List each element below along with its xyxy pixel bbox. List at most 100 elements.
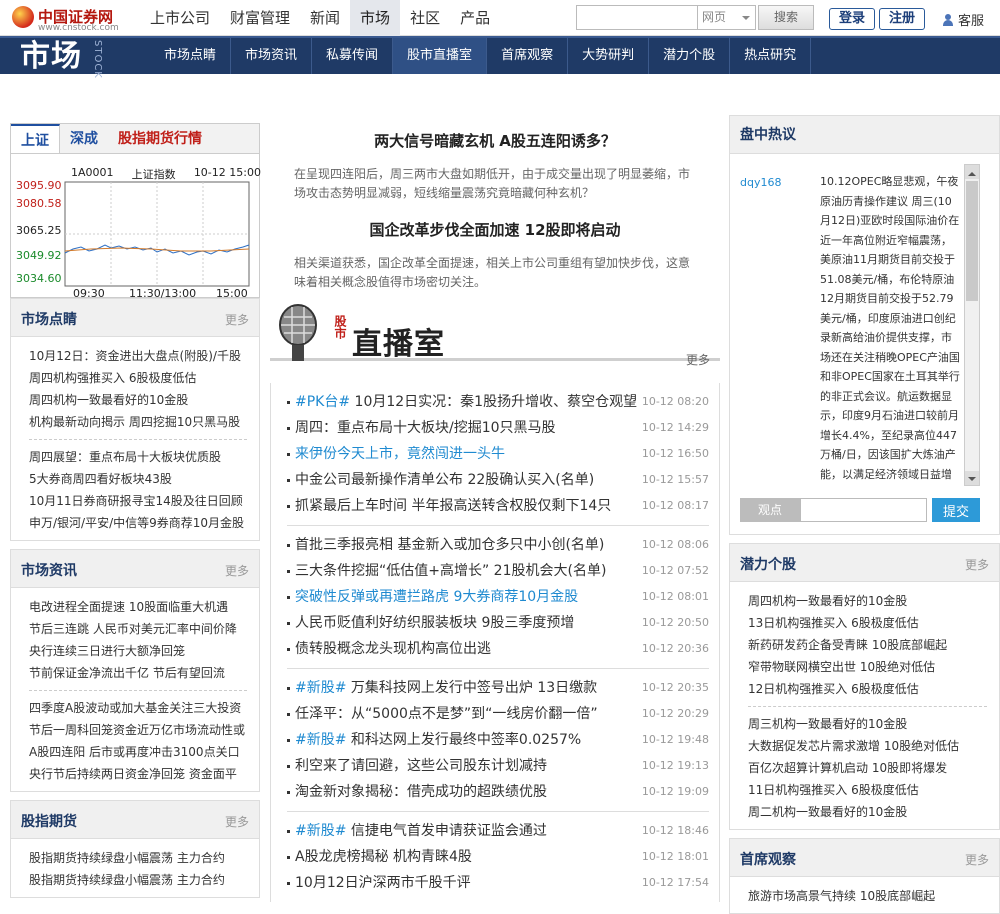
scroll-up-icon[interactable] [965, 165, 979, 179]
search-area: 网页 搜索 [576, 5, 814, 30]
market-news-section: 市场资讯 更多 电改进程全面提速 10股面临重大机遇 节后三连跳 人民币对美元汇率… [10, 549, 260, 792]
list-item[interactable]: 股指期货持续绿盘小幅震荡 主力合约 [29, 847, 259, 869]
list-item[interactable]: 央行连续三日进行大额净回笼 [29, 640, 259, 662]
subnav-item-chief[interactable]: 首席观察 [487, 38, 569, 74]
news-group: #新股# 万集科技网上发行中签号出炉 13日缴款 10-12 20:35 任泽平：… [287, 669, 709, 812]
nav-listed-companies[interactable]: 上市公司 [140, 0, 220, 36]
subnav-item-hot[interactable]: 热点研究 [730, 38, 812, 74]
potential-more[interactable]: 更多 [965, 556, 989, 573]
list-item[interactable]: 10月12日：资金进出大盘点(附股)/千股 [29, 345, 259, 367]
news-row[interactable]: 人民币贬值利好纺织服装板块 9股三季度预增 10-12 20:50 [287, 610, 709, 636]
subnav-item-potential[interactable]: 潜力个股 [649, 38, 731, 74]
news-row[interactable]: #新股# 万集科技网上发行中签号出炉 13日缴款 10-12 20:35 [287, 675, 709, 701]
tab-futures[interactable]: 股指期货行情 [108, 124, 212, 153]
live-room-more[interactable]: 更多 [686, 351, 710, 368]
list-item[interactable]: 百亿次超算计算机启动 10股即将爆发 [748, 757, 999, 779]
list-item[interactable]: 周四机构强推买入 6股极度低估 [29, 367, 259, 389]
list-item[interactable]: 大数据促发芯片需求激增 10股绝对低估 [748, 735, 999, 757]
scroll-down-icon[interactable] [965, 471, 979, 485]
list-item[interactable]: 机构最新动向揭示 周四挖掘10只黑马股 [29, 411, 259, 433]
nav-community[interactable]: 社区 [400, 0, 450, 36]
news-row[interactable]: 三大条件挖掘“低估值+高增长” 21股机会大(名单) 10-12 07:52 [287, 558, 709, 584]
list-item[interactable]: 周四机构一致最看好的10金股 [748, 590, 999, 612]
futures-more[interactable]: 更多 [225, 813, 249, 830]
microphone-icon [279, 304, 317, 361]
tab-shenzhen[interactable]: 深成 [60, 124, 108, 153]
search-scope-select[interactable]: 网页 [698, 5, 756, 30]
market-news-title: 市场资讯 [21, 563, 77, 579]
list-item[interactable]: 10月11日券商研报寻宝14股及往日回顾 [29, 490, 259, 512]
subnav-item-news[interactable]: 市场资讯 [231, 38, 313, 74]
news-row[interactable]: #新股# 和科达网上发行最终中签率0.0257% 10-12 19:48 [287, 727, 709, 753]
hot-user-link[interactable]: dqy168 [740, 176, 781, 189]
list-item[interactable]: 5大券商周四看好板块43股 [29, 468, 259, 490]
list-item[interactable]: 股指期货持续绿盘小幅震荡 主力合约 [29, 869, 259, 891]
index-chart: 3095.90 3080.58 3065.25 3049.92 3034.60 … [16, 179, 250, 299]
news-row[interactable]: A股龙虎榜揭秘 机构青睐4股 10-12 18:01 [287, 844, 709, 870]
scroll-thumb[interactable] [966, 181, 978, 301]
news-row[interactable]: 首批三季报亮相 基金新入或加仓多只中小创(名单) 10-12 08:06 [287, 532, 709, 558]
search-input[interactable] [576, 5, 698, 30]
news-row[interactable]: 抓紧最后上车时间 半年报高送转含权股仅剩下14只 10-12 08:17 [287, 493, 709, 519]
list-item[interactable]: 申万/银河/平安/中信等9券商荐10月金股 [29, 512, 259, 534]
list-item[interactable]: 节前保证金净流出千亿 节后有望回流 [29, 662, 259, 684]
list-item[interactable]: A股四连阳 后市或再度冲击3100点关口 [29, 741, 259, 763]
subnav-item-live[interactable]: 股市直播室 [393, 38, 488, 74]
chief-more[interactable]: 更多 [965, 851, 989, 868]
news-row[interactable]: 淘金新对象揭秘：借壳成功的超跌绩优股 10-12 19:09 [287, 779, 709, 805]
list-item[interactable]: 周四展望：重点布局十大板块优质股 [29, 446, 259, 468]
headline-1[interactable]: 两大信号暗藏玄机 A股五连阳诱多？ [270, 130, 720, 151]
opinion-input[interactable] [800, 498, 927, 522]
list-item[interactable]: 周四机构一致最看好的10金股 [29, 389, 259, 411]
hot-scrollbar[interactable] [964, 164, 980, 486]
list-item[interactable]: 节后三连跳 人民币对美元汇率中间价降 [29, 618, 259, 640]
index-tabs: 上证 深成 股指期货行情 [11, 124, 259, 154]
news-row[interactable]: 10月12日沪深两市千股千评 10-12 17:54 [287, 870, 709, 896]
list-item[interactable]: 12日机构强推买入 6股极度低估 [748, 678, 999, 700]
list-item[interactable]: 周三机构一致最看好的10金股 [748, 713, 999, 735]
site-logo[interactable]: 中国证券网 www.cnstock.com [12, 6, 119, 33]
x-label-1: 09:30 [73, 287, 105, 299]
list-item[interactable]: 央行节后持续两日资金净回笼 资金面平 [29, 763, 259, 785]
list-item[interactable]: 周二机构一致最看好的10金股 [748, 801, 999, 823]
tab-shanghai[interactable]: 上证 [11, 124, 60, 153]
news-row[interactable]: 突破性反弹或再遭拦路虎 9大券商荐10月金股 10-12 08:01 [287, 584, 709, 610]
customer-service-link[interactable]: 客服 [942, 10, 984, 29]
chief-title: 首席观察 [740, 852, 796, 868]
news-row[interactable]: 任泽平：从“5000点不是梦”到“一线房价翻一倍” 10-12 20:29 [287, 701, 709, 727]
nav-news[interactable]: 新闻 [300, 0, 350, 36]
submit-button[interactable]: 提交 [932, 498, 980, 522]
news-row[interactable]: 利空来了请回避，这些公司股东计划减持 10-12 19:13 [287, 753, 709, 779]
nav-market[interactable]: 市场 [350, 0, 401, 36]
news-row[interactable]: #PK台# 10月12日实况：秦1股扬升增收、蔡空仓观望 10-12 08:20 [287, 389, 709, 415]
headline-2[interactable]: 国企改革步伐全面加速 12股即将启动 [270, 219, 720, 240]
market-news-more[interactable]: 更多 [225, 562, 249, 579]
list-item[interactable]: 节后一周科回笼资金近万亿市场流动性或 [29, 719, 259, 741]
market-focus-more[interactable]: 更多 [225, 311, 249, 328]
subnav-item-trend[interactable]: 大势研判 [568, 38, 650, 74]
list-item[interactable]: 窄带物联网横空出世 10股绝对低估 [748, 656, 999, 678]
subnav-item-focus[interactable]: 市场点睛 [150, 38, 232, 74]
login-button[interactable]: 登录 [829, 8, 875, 30]
list-item[interactable]: 旅游市场高景气持续 10股底部崛起 [748, 885, 999, 907]
channel-subtitle: STOCK [92, 40, 103, 79]
list-item[interactable]: 13日机构强推买入 6股极度低估 [748, 612, 999, 634]
news-row[interactable]: #新股# 信捷电气首发申请获证监会通过 10-12 18:46 [287, 818, 709, 844]
register-button[interactable]: 注册 [879, 8, 925, 30]
subnav-item-rumor[interactable]: 私募传闻 [312, 38, 394, 74]
y-label-3: 3065.25 [16, 224, 62, 237]
list-item[interactable]: 四季度A股波动或加大基金关注三大投资 [29, 697, 259, 719]
chief-observation-section: 首席观察 更多 旅游市场高景气持续 10股底部崛起 [729, 838, 1000, 914]
news-row[interactable]: 债转股概念龙头现机构高位出逃 10-12 20:36 [287, 636, 709, 662]
list-item[interactable]: 11日机构强推买入 6股极度低估 [748, 779, 999, 801]
center-column: 两大信号暗藏玄机 A股五连阳诱多？ 在呈现四连阳后，周三两市大盘如期低开，由于成… [270, 123, 720, 902]
news-row[interactable]: 来伊份今天上市，竟然闯进一头牛 10-12 16:50 [287, 441, 709, 467]
news-group: #PK台# 10月12日实况：秦1股扬升增收、蔡空仓观望 10-12 08:20 … [287, 383, 709, 526]
search-button[interactable]: 搜索 [758, 5, 814, 30]
news-row[interactable]: 周四：重点布局十大板块/挖掘10只黑马股 10-12 14:29 [287, 415, 709, 441]
list-item[interactable]: 新药研发药企备受青睐 10股底部崛起 [748, 634, 999, 656]
list-item[interactable]: 电改进程全面提速 10股面临重大机遇 [29, 596, 259, 618]
nav-products[interactable]: 产品 [450, 0, 500, 36]
news-row[interactable]: 中金公司最新操作清单公布 22股确认买入(名单) 10-12 15:57 [287, 467, 709, 493]
nav-wealth[interactable]: 财富管理 [220, 0, 300, 36]
